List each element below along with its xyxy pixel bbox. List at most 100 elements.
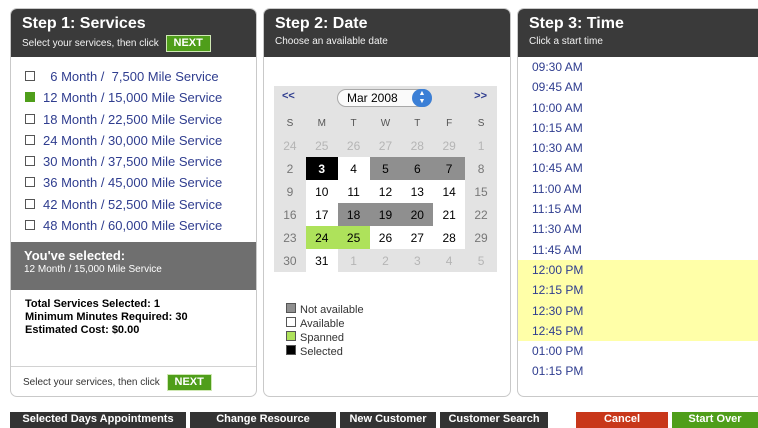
calendar-day[interactable]: 28	[433, 226, 466, 249]
legend-item: Selected	[286, 345, 364, 359]
calendar-day[interactable]: 10	[305, 180, 338, 203]
time-slot[interactable]: 11:30 AM	[518, 219, 758, 239]
time-slot[interactable]: 10:00 AM	[518, 98, 758, 118]
selected-value: 12 Month / 15,000 Mile Service	[24, 264, 162, 275]
calendar-day[interactable]: 9	[274, 180, 306, 203]
calendar: << Mar 2008 ▲ ▼ >> SMTWTFS 24 25 26 27 28 29 1 2…	[274, 86, 497, 272]
new-customer-button[interactable]: New Customer	[340, 412, 436, 428]
service-checkbox[interactable]	[25, 113, 35, 124]
calendar-grid: SMTWTFS 24 25 26 27 28 29 1 2 3 4 5 6 7 8 9 10 11 12 13 14 1…	[274, 112, 497, 272]
next-button-top[interactable]: NEXT	[165, 35, 211, 52]
time-slot[interactable]: 09:30 AM	[518, 57, 758, 77]
time-slot[interactable]: 11:15 AM	[518, 199, 758, 219]
calendar-day[interactable]: 31	[305, 249, 338, 272]
calendar-day[interactable]: 15	[465, 180, 497, 203]
calendar-day[interactable]: 11	[337, 180, 370, 203]
calendar-day[interactable]: 27	[401, 226, 434, 249]
time-slot[interactable]: 12:15 PM	[518, 280, 758, 301]
calendar-week: 30 31 1 2 3 4 5	[274, 249, 497, 272]
calendar-day[interactable]: 17	[305, 203, 338, 226]
time-slot[interactable]: 10:15 AM	[518, 118, 758, 138]
start-over-button[interactable]: Start Over	[672, 412, 758, 428]
service-label: 24 Month / 30,000 Mile Service	[43, 132, 223, 148]
time-title: Step 3: Time	[529, 15, 624, 32]
change-resource-button[interactable]: Change Resource	[190, 412, 336, 428]
service-item[interactable]: 42 Month / 52,500 Mile Service	[25, 194, 256, 215]
weekday-header: F	[433, 112, 466, 134]
calendar-day: 1	[350, 253, 357, 268]
calendar-day[interactable]: 23	[274, 226, 306, 249]
time-slot[interactable]: 10:30 AM	[518, 138, 758, 158]
service-checkbox[interactable]	[25, 156, 35, 167]
service-item[interactable]: 12 Month / 15,000 Mile Service	[25, 87, 256, 108]
service-item[interactable]: 30 Month / 37,500 Mile Service	[25, 151, 256, 172]
service-item[interactable]: 18 Month / 22,500 Mile Service	[25, 109, 256, 130]
time-list: 09:30 AM 09:45 AM 10:00 AM 10:15 AM 10:30 AM…	[518, 57, 758, 382]
service-item[interactable]: 48 Month / 60,000 Mile Service	[25, 215, 256, 236]
legend-item: Not available	[286, 303, 364, 317]
calendar-day[interactable]: 13	[401, 180, 434, 203]
service-checkbox[interactable]	[25, 134, 35, 145]
month-select[interactable]: Mar 2008 ▲ ▼	[337, 89, 432, 107]
selected-summary: You've selected: 12 Month / 15,000 Mile …	[11, 242, 256, 290]
calendar-day: 26	[346, 138, 361, 153]
calendar-day[interactable]: 22	[465, 203, 497, 226]
calendar-day[interactable]: 26	[369, 226, 402, 249]
date-subtitle: Choose an available date	[275, 36, 388, 47]
time-slot[interactable]: 12:45 PM	[518, 320, 758, 342]
service-checkbox[interactable]	[25, 198, 35, 209]
services-subtitle-text: Select your services, then click	[22, 38, 159, 49]
service-item[interactable]: 36 Month / 45,000 Mile Service	[25, 172, 256, 193]
calendar-day[interactable]: 12	[369, 180, 402, 203]
next-button-bottom[interactable]: NEXT	[166, 374, 212, 391]
prev-month-link[interactable]: <<	[282, 90, 295, 102]
time-slot[interactable]: 12:00 PM	[518, 259, 758, 281]
calendar-day: 20	[401, 203, 434, 226]
selected-title: You've selected:	[24, 248, 126, 263]
calendar-day[interactable]: 3	[305, 157, 338, 180]
service-item[interactable]: 24 Month / 30,000 Mile Service	[25, 130, 256, 151]
time-slot[interactable]: 11:00 AM	[518, 179, 758, 199]
service-checkbox[interactable]	[25, 71, 35, 81]
customer-search-button[interactable]: Customer Search	[440, 412, 548, 428]
legend-swatch	[286, 331, 296, 341]
service-label: 36 Month / 45,000 Mile Service	[43, 175, 223, 191]
calendar-day: 3	[413, 253, 421, 268]
time-slot[interactable]: 01:15 PM	[518, 361, 758, 381]
time-slot[interactable]: 01:00 PM	[518, 341, 758, 361]
service-item[interactable]: 6 Month / 7,500 Mile Service	[25, 66, 256, 87]
legend-swatch	[286, 345, 296, 355]
calendar-day[interactable]: 16	[274, 203, 306, 226]
time-slot[interactable]: 09:45 AM	[518, 77, 758, 97]
time-subtitle: Click a start time	[529, 36, 603, 47]
time-slot[interactable]: 10:45 AM	[518, 158, 758, 178]
select-arrows-icon: ▲ ▼	[412, 89, 432, 107]
calendar-day: 4	[445, 253, 453, 268]
calendar-day[interactable]: 25	[337, 226, 370, 249]
time-slot[interactable]: 12:30 PM	[518, 300, 758, 321]
calendar-day[interactable]: 24	[305, 226, 338, 249]
services-list: 6 Month / 7,500 Mile Service 12 Month / 1…	[11, 57, 256, 236]
calendar-day: 28	[410, 138, 424, 153]
calendar-week: 16 17 18 19 20 21 22	[274, 203, 497, 226]
service-checkbox[interactable]	[25, 220, 35, 231]
next-month-link[interactable]: >>	[474, 90, 487, 102]
service-checkbox[interactable]	[25, 177, 35, 188]
date-panel: Step 2: Date Choose an available date <<…	[263, 8, 511, 397]
calendar-day[interactable]: 30	[274, 249, 306, 272]
weekday-row: SMTWTFS	[274, 112, 497, 134]
time-slot[interactable]: 11:45 AM	[518, 240, 758, 260]
calendar-day: 7	[433, 157, 466, 180]
weekday-header: M	[305, 112, 338, 134]
calendar-day[interactable]: 29	[465, 226, 497, 249]
calendar-day[interactable]: 14	[433, 180, 466, 203]
calendar-day: 27	[378, 138, 393, 153]
calendar-day[interactable]: 2	[274, 157, 306, 180]
calendar-day[interactable]: 21	[433, 203, 466, 226]
services-title: Step 1: Services	[22, 15, 146, 32]
service-checkbox[interactable]	[25, 92, 35, 103]
selected-days-appointments-button[interactable]: Selected Days Appointments	[10, 412, 186, 428]
calendar-day[interactable]: 8	[465, 157, 497, 180]
cancel-button[interactable]: Cancel	[576, 412, 668, 428]
calendar-day[interactable]: 4	[337, 157, 370, 180]
